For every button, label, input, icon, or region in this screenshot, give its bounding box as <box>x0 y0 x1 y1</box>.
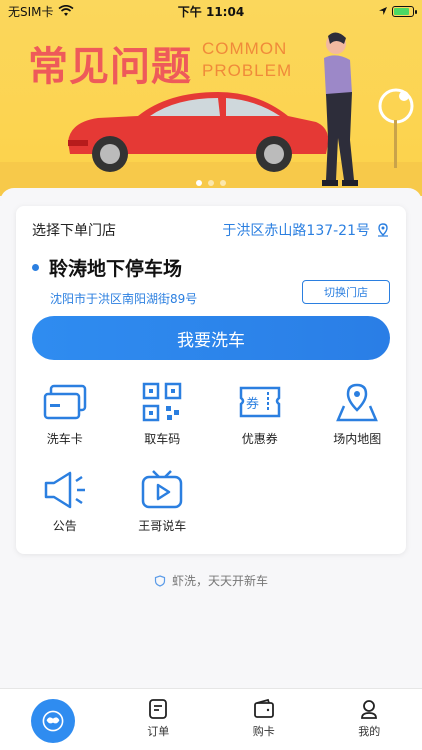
grid-item-pickup-code[interactable]: 取车码 <box>114 382 212 447</box>
grid-item-wash-card[interactable]: 洗车卡 <box>16 382 114 447</box>
home-logo-icon <box>30 699 75 743</box>
location-pin-icon <box>378 223 388 237</box>
shield-icon <box>154 574 166 587</box>
person-illustration <box>322 32 358 186</box>
tv-icon <box>142 470 183 509</box>
promo-banner[interactable]: 常见问题 COMMON PROBLEM <box>0 0 422 196</box>
store-address-link[interactable]: 于洪区赤山路137-21号 <box>222 220 390 240</box>
carrier-label: 无SIM卡 <box>8 4 54 19</box>
tab-mine[interactable]: 我的 <box>329 697 409 739</box>
battery-icon <box>392 5 417 17</box>
grid-item-video-talk[interactable]: 王哥说车 <box>114 469 212 534</box>
tab-bar: 订单 购卡 我的 <box>0 688 422 750</box>
qr-code-icon <box>143 382 182 422</box>
coupon-icon: 券 <box>239 386 280 418</box>
tab-orders[interactable]: 订单 <box>118 697 198 739</box>
slogan: 虾洗，天天开新车 <box>0 572 422 589</box>
switch-store-button[interactable]: 切换门店 <box>302 280 390 304</box>
location-arrow-icon <box>379 7 387 15</box>
grid-item-venue-map[interactable]: 场内地图 <box>309 382 407 447</box>
map-icon <box>336 383 379 422</box>
tab-buy-card[interactable]: 购卡 <box>224 697 304 739</box>
feature-grid: 洗车卡 取车码 券 优惠券 场内地图 公告 王哥说车 <box>16 382 406 534</box>
wallet-icon <box>253 698 274 718</box>
parking-lot-name: 聆涛地下停车场 <box>32 254 182 281</box>
carousel-dots <box>0 180 422 186</box>
wash-car-button[interactable]: 我要洗车 <box>32 316 390 360</box>
lot-indicator-dot <box>32 264 39 271</box>
grid-item-coupon[interactable]: 券 优惠券 <box>211 382 309 447</box>
car-illustration <box>68 92 329 172</box>
megaphone-icon <box>44 471 85 509</box>
tree-illustration <box>378 88 414 168</box>
grid-item-announcement[interactable]: 公告 <box>16 469 114 534</box>
carousel-dot[interactable] <box>220 180 226 186</box>
banner-subtitle: COMMON PROBLEM <box>202 39 293 80</box>
store-select-label: 选择下单门店 <box>32 223 116 239</box>
user-icon <box>361 700 378 719</box>
wifi-icon <box>58 5 74 16</box>
tab-home[interactable] <box>13 697 93 743</box>
store-card: 选择下单门店 于洪区赤山路137-21号 聆涛地下停车场 沈阳市于洪区南阳湖街8… <box>16 206 406 554</box>
carousel-dot[interactable] <box>208 180 214 186</box>
carousel-dot[interactable] <box>196 180 202 186</box>
card-icon <box>43 384 86 420</box>
orders-icon <box>149 699 168 719</box>
status-bar: 无SIM卡 下午 11:04 <box>0 0 422 22</box>
parking-lot-address: 沈阳市于洪区南阳湖街89号 <box>50 292 198 306</box>
svg-text:券: 券 <box>246 396 259 412</box>
store-select-row[interactable]: 选择下单门店 于洪区赤山路137-21号 <box>32 220 390 240</box>
